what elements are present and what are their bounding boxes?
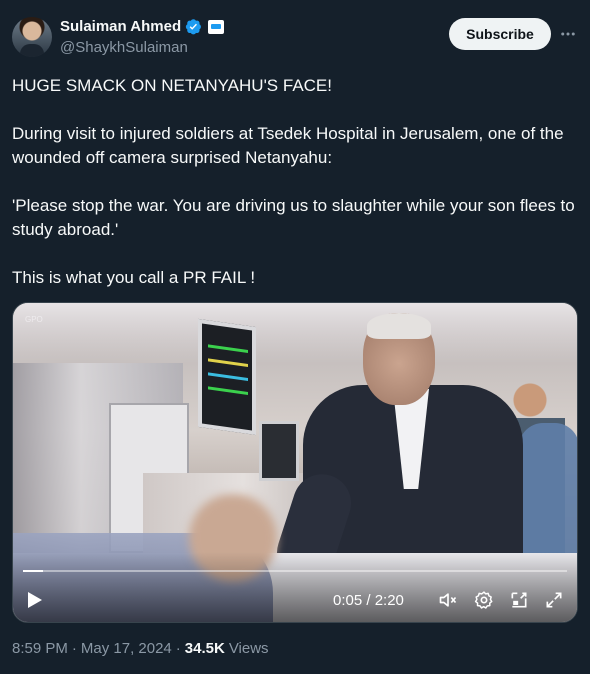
video-player[interactable]: GPO 0:05 / 2:20	[12, 302, 578, 623]
tweet-paragraph: During visit to injured soldiers at Tsed…	[12, 124, 564, 167]
mute-icon[interactable]	[437, 588, 459, 612]
more-options-icon[interactable]	[558, 24, 578, 44]
tweet-date[interactable]: May 17, 2024	[81, 640, 172, 657]
fullscreen-icon[interactable]	[543, 588, 565, 612]
author-display-name[interactable]: Sulaiman Ahmed	[60, 18, 181, 35]
picture-in-picture-icon[interactable]	[508, 588, 530, 612]
subscribe-button[interactable]: Subscribe	[449, 18, 551, 50]
video-watermark: GPO	[25, 315, 43, 324]
verified-badge-icon[interactable]	[185, 18, 202, 35]
settings-icon[interactable]	[473, 588, 495, 612]
tweet-paragraph: This is what you call a PR FAIL !	[12, 268, 256, 287]
avatar[interactable]	[12, 17, 52, 57]
author-handle[interactable]: @ShaykhSulaiman	[60, 39, 188, 56]
tweet-paragraph: 'Please stop the war. You are driving us…	[12, 196, 575, 239]
separator: ·	[175, 640, 181, 657]
tweet-time[interactable]: 8:59 PM	[12, 640, 68, 657]
views-count: 34.5K	[184, 640, 225, 657]
tweet-paragraph: HUGE SMACK ON NETANYAHU'S FACE!	[12, 76, 332, 95]
tweet-metadata: 8:59 PM · May 17, 2024 · 34.5K Views	[12, 640, 269, 657]
video-time-display: 0:05 / 2:20	[333, 592, 404, 609]
views-label: Views	[228, 640, 269, 657]
tweet: Sulaiman Ahmed @ShaykhSulaiman Subscribe…	[0, 0, 590, 674]
affiliation-badge-icon[interactable]	[208, 19, 225, 34]
author-name-row: Sulaiman Ahmed	[60, 18, 225, 35]
play-icon[interactable]	[25, 588, 45, 612]
video-progress-fill	[23, 570, 43, 572]
video-progress-bar[interactable]	[23, 570, 567, 572]
separator: ·	[71, 640, 77, 657]
tweet-text: HUGE SMACK ON NETANYAHU'S FACE! During v…	[12, 74, 578, 314]
